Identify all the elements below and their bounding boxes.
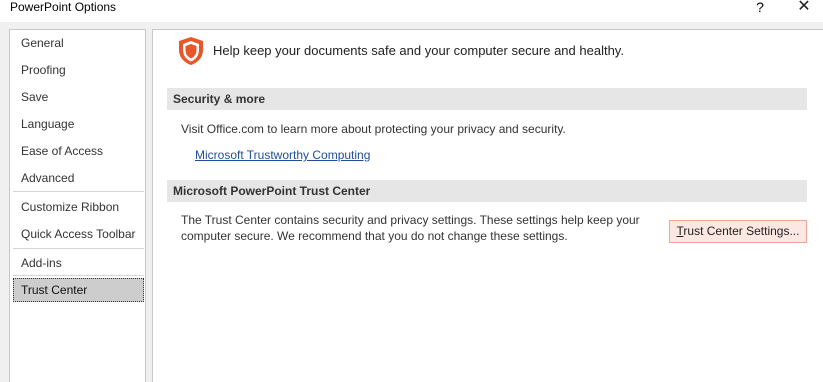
page-headline: Help keep your documents safe and your c… [213, 43, 624, 58]
sidebar-item-add-ins[interactable]: Add-ins [13, 251, 144, 275]
sidebar-item-quick-access-toolbar[interactable]: Quick Access Toolbar [13, 222, 144, 246]
security-description: Visit Office.com to learn more about pro… [181, 122, 566, 136]
trust-center-description-line2: computer secure. We recommend that you d… [181, 229, 568, 243]
shield-icon [179, 37, 203, 65]
button-label: rust Center Settings... [683, 224, 800, 238]
options-sidebar: General Proofing Save Language Ease of A… [9, 29, 146, 382]
section-header-security: Security & more [167, 88, 807, 110]
sidebar-divider [13, 248, 144, 249]
sidebar-item-trust-center[interactable]: Trust Center [13, 278, 144, 302]
sidebar-item-advanced[interactable]: Advanced [13, 166, 144, 190]
sidebar-item-language[interactable]: Language [13, 112, 144, 136]
help-button[interactable]: ? [752, 0, 768, 16]
sidebar-item-customize-ribbon[interactable]: Customize Ribbon [13, 195, 144, 219]
trustworthy-computing-link[interactable]: Microsoft Trustworthy Computing [195, 148, 370, 162]
sidebar-item-save[interactable]: Save [13, 85, 144, 109]
sidebar-item-ease-of-access[interactable]: Ease of Access [13, 139, 144, 163]
trust-center-settings-button[interactable]: Trust Center Settings... [669, 220, 807, 243]
trust-center-description-line1: The Trust Center contains security and p… [181, 213, 640, 227]
sidebar-divider [13, 275, 144, 276]
sidebar-divider [13, 191, 144, 192]
section-header-trust-center: Microsoft PowerPoint Trust Center [167, 180, 807, 202]
sidebar-item-proofing[interactable]: Proofing [13, 58, 144, 82]
trust-center-panel: Help keep your documents safe and your c… [152, 29, 823, 382]
sidebar-item-general[interactable]: General [13, 31, 144, 55]
close-button[interactable]: ✕ [794, 0, 814, 16]
window-title: PowerPoint Options [10, 0, 117, 14]
title-bar: PowerPoint Options ? ✕ [0, 0, 823, 22]
